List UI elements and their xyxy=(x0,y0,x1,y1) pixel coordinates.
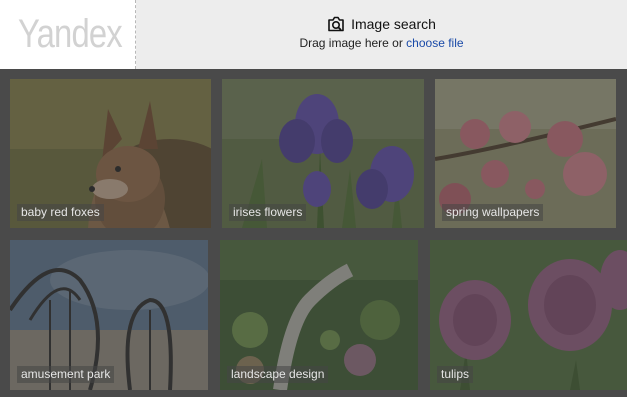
tile-label: baby red foxes xyxy=(17,204,104,221)
tile-label: irises flowers xyxy=(229,204,307,221)
header: Yandex Image search Drag image here or c… xyxy=(0,0,627,69)
drag-hint: Drag image here or choose file xyxy=(136,36,627,50)
image-search-title: Image search xyxy=(136,15,627,33)
tile-baby-red-foxes[interactable]: baby red foxes xyxy=(10,79,211,228)
drag-hint-text: Drag image here or xyxy=(299,36,407,50)
tile-amusement-park[interactable]: amusement park xyxy=(10,240,208,390)
tile-label: spring wallpapers xyxy=(442,204,544,221)
tile-label: tulips xyxy=(437,366,474,383)
tile-label: amusement park xyxy=(17,366,115,383)
tile-label: landscape design xyxy=(227,366,329,383)
choose-file-link[interactable]: choose file xyxy=(406,36,463,50)
logo-area[interactable]: Yandex xyxy=(0,0,136,69)
image-search-label: Image search xyxy=(351,16,436,32)
image-drop-zone[interactable]: Image search Drag image here or choose f… xyxy=(136,0,627,69)
tile-landscape-design[interactable]: landscape design xyxy=(220,240,418,390)
tile-tulips[interactable]: tulips xyxy=(430,240,627,390)
tile-irises-flowers[interactable]: irises flowers xyxy=(222,79,424,228)
camera-search-icon xyxy=(327,16,345,32)
yandex-logo[interactable]: Yandex xyxy=(18,10,123,58)
tile-spring-wallpapers[interactable]: spring wallpapers xyxy=(435,79,616,228)
